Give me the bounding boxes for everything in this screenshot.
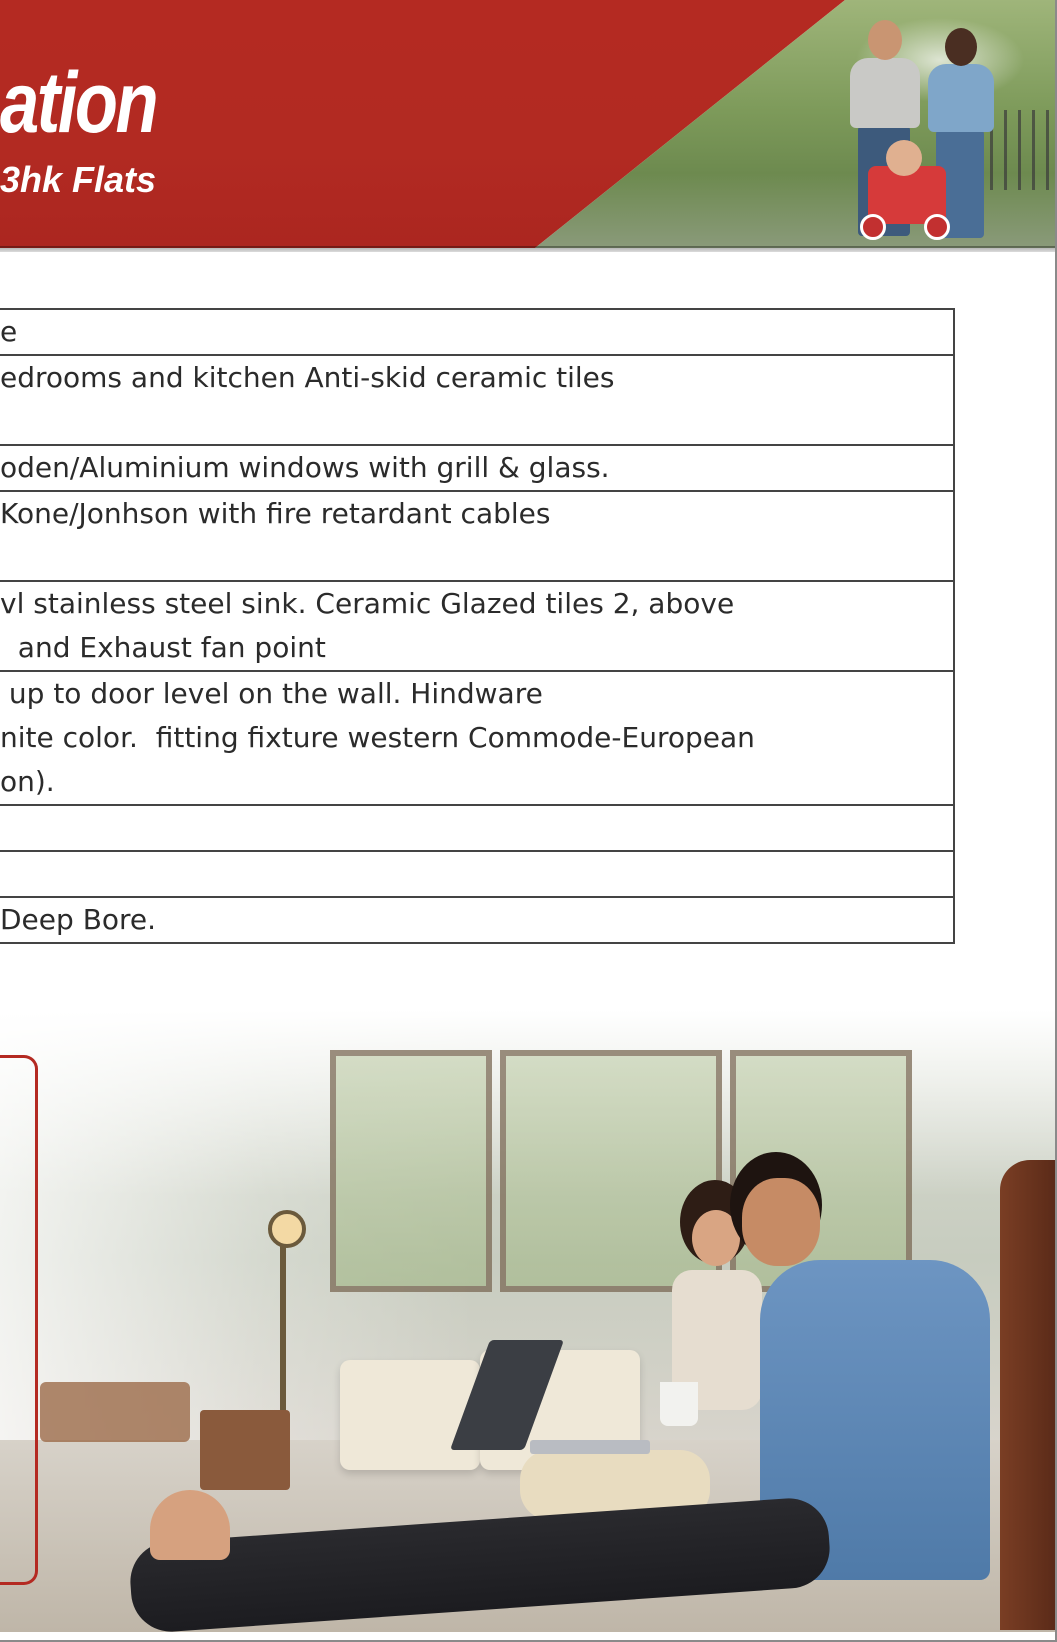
- row-text-line: [0, 536, 953, 580]
- man-figure: [850, 58, 920, 128]
- row-text-line: on).: [0, 765, 55, 798]
- header-shadow: [0, 246, 1057, 252]
- table-row: edrooms and kitchen Anti-skid ceramic ti…: [0, 356, 953, 446]
- lamp-stand: [280, 1240, 286, 1420]
- table-row: e: [0, 310, 953, 356]
- window: [500, 1050, 722, 1292]
- leather-chair: [1000, 1160, 1057, 1630]
- coffee-mug: [660, 1382, 698, 1426]
- table-row: vl stainless steel sink. Ceramic Glazed …: [0, 582, 953, 672]
- row-text-line: [0, 806, 953, 850]
- woman-figure-head: [945, 28, 977, 66]
- page-title: ation: [0, 55, 159, 151]
- row-text-line: and Exhaust fan point: [0, 631, 326, 664]
- row-text-line: Kone/Jonhson with fire retardant cables: [0, 497, 551, 530]
- row-text-line: edrooms and kitchen Anti-skid ceramic ti…: [0, 361, 615, 394]
- row-text-line: up to door level on the wall. Hindware: [0, 677, 543, 710]
- woman-figure: [928, 64, 994, 132]
- foot: [150, 1490, 230, 1560]
- red-frame-box: [0, 1055, 38, 1585]
- table-row: Kone/Jonhson with fire retardant cables: [0, 492, 953, 582]
- laptop-base: [530, 1440, 650, 1454]
- side-table: [200, 1410, 290, 1490]
- living-room-photo: [0, 1010, 1057, 1632]
- railing: [990, 110, 1057, 190]
- table-row: [0, 852, 953, 898]
- tricycle-wheel: [924, 214, 950, 240]
- man-face: [742, 1178, 820, 1266]
- man-figure-head: [868, 20, 902, 60]
- row-text-line: oden/Aluminium windows with grill & glas…: [0, 451, 610, 484]
- row-text-line: [0, 852, 953, 896]
- table-row: up to door level on the wall. Hindware ni…: [0, 672, 953, 806]
- table-row: Deep Bore.: [0, 898, 953, 942]
- table-row: oden/Aluminium windows with grill & glas…: [0, 446, 953, 492]
- row-text-line: vl stainless steel sink. Ceramic Glazed …: [0, 587, 735, 620]
- row-text-line: e: [0, 315, 18, 348]
- window: [330, 1050, 492, 1292]
- armchair-left: [340, 1360, 480, 1470]
- row-text-line: [0, 400, 953, 444]
- bench: [40, 1382, 190, 1442]
- specification-table: e edrooms and kitchen Anti-skid ceramic t…: [0, 308, 955, 944]
- baby-figure: [886, 140, 922, 176]
- header-banner: ation 3hk Flats: [0, 0, 1057, 252]
- row-text-line: nite color. fitting fixture western Comm…: [0, 721, 755, 754]
- page-subtitle: 3hk Flats: [0, 159, 157, 200]
- tricycle-wheel: [860, 214, 886, 240]
- table-row: [0, 806, 953, 852]
- row-text-line: Deep Bore.: [0, 903, 157, 936]
- lamp: [268, 1210, 306, 1248]
